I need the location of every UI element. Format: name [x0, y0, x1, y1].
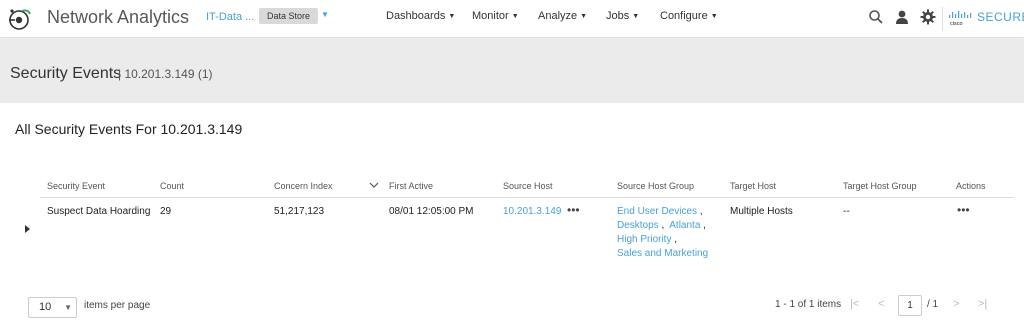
column-header-concern-index[interactable]: Concern Index — [274, 181, 333, 191]
cell-target-host-group: -- — [843, 206, 850, 217]
brand-secure-text: SECURE — [977, 10, 1024, 24]
source-host-group-list: High Priority , — [617, 234, 678, 245]
cell-count: 29 — [160, 206, 172, 217]
cell-first-active: 08/01 12:05:00 PM — [389, 206, 474, 217]
next-page-icon[interactable]: > — [953, 298, 959, 310]
nav-label: Dashboards — [386, 10, 446, 22]
search-icon[interactable] — [868, 9, 884, 25]
nav-configure[interactable]: Configure ▼ — [660, 10, 718, 22]
app-title: Network Analytics — [47, 7, 190, 27]
cisco-logo-icon: cisco — [949, 11, 972, 27]
column-header-target-host[interactable]: Target Host — [730, 181, 776, 191]
nav-jobs[interactable]: Jobs ▼ — [606, 10, 639, 22]
source-host-link[interactable]: 10.201.3.149 — [503, 206, 561, 217]
page-subtitle: | 10.201.3.149 (1) — [118, 67, 213, 81]
caret-down-icon: ▼ — [580, 13, 588, 20]
items-per-page-value: 10 — [39, 301, 52, 313]
first-page-icon[interactable]: |< — [850, 298, 859, 310]
page-header: Security Events | 10.201.3.149 (1) — [0, 39, 1024, 103]
nav-label: Analyze — [538, 10, 578, 22]
source-host-group-list: Sales and Marketing — [617, 248, 708, 259]
divider — [942, 7, 943, 31]
top-navigation-bar: Network Analytics IT-Data ... Data Store… — [0, 0, 1024, 38]
host-group-link[interactable]: Atlanta — [669, 220, 700, 231]
sort-descending-icon[interactable] — [369, 181, 379, 189]
items-per-page-select[interactable]: 10 ▼ — [28, 297, 77, 318]
cell-target-host: Multiple Hosts — [730, 206, 793, 217]
column-header-first-active[interactable]: First Active — [389, 181, 433, 191]
nav-label: Jobs — [606, 10, 630, 22]
domain-selector[interactable]: IT-Data ... — [206, 11, 254, 23]
source-host-group-list: Desktops , Atlanta , — [617, 220, 706, 231]
column-header-security-event[interactable]: Security Event — [47, 181, 105, 191]
prev-page-icon[interactable]: < — [878, 298, 884, 310]
host-group-link[interactable]: High Priority — [617, 234, 671, 245]
host-group-link[interactable]: End User Devices — [617, 206, 697, 217]
user-icon[interactable] — [894, 9, 910, 25]
nav-monitor[interactable]: Monitor ▼ — [472, 10, 519, 22]
page-title: Security Events — [10, 65, 122, 82]
row-actions-icon[interactable]: ••• — [957, 203, 970, 217]
network-analytics-logo-icon — [9, 9, 31, 30]
gear-icon[interactable] — [920, 9, 936, 25]
column-header-source-host[interactable]: Source Host — [503, 181, 553, 191]
column-header-target-host-group[interactable]: Target Host Group — [843, 181, 917, 191]
last-page-icon[interactable]: >| — [978, 298, 987, 310]
svg-text:cisco: cisco — [950, 21, 963, 27]
nav-dashboards[interactable]: Dashboards ▼ — [386, 10, 455, 22]
column-header-count[interactable]: Count — [160, 181, 184, 191]
source-host-group-list: End User Devices , — [617, 206, 703, 217]
cell-concern-index: 51,217,123 — [274, 206, 325, 217]
caret-down-icon: ▼ — [632, 13, 640, 20]
nav-label: Configure — [660, 10, 708, 22]
divider — [40, 197, 1014, 198]
nav-label: Monitor — [472, 10, 509, 22]
data-store-badge[interactable]: Data Store — [259, 8, 319, 24]
column-header-actions: Actions — [956, 181, 986, 191]
chevron-down-icon: ▼ — [64, 303, 72, 312]
section-title: All Security Events For 10.201.3.149 — [15, 121, 243, 137]
nav-analyze[interactable]: Analyze ▼ — [538, 10, 587, 22]
items-per-page-label: items per page — [84, 300, 151, 311]
page-total: / 1 — [927, 299, 939, 310]
pagination-range: 1 - 1 of 1 items — [775, 299, 842, 310]
host-group-link[interactable]: Desktops — [617, 220, 659, 231]
more-options-icon[interactable]: ••• — [567, 203, 580, 217]
cell-security-event: Suspect Data Hoarding — [47, 206, 151, 217]
column-header-source-host-group[interactable]: Source Host Group — [617, 181, 694, 191]
caret-down-icon: ▼ — [511, 13, 519, 20]
caret-down-icon: ▼ — [448, 13, 456, 20]
expand-row-icon[interactable] — [25, 225, 30, 233]
caret-down-icon: ▼ — [710, 13, 718, 20]
page-number-input[interactable]: 1 — [898, 295, 922, 316]
host-group-link[interactable]: Sales and Marketing — [617, 248, 708, 259]
chevron-down-icon[interactable]: ▼ — [321, 10, 329, 19]
